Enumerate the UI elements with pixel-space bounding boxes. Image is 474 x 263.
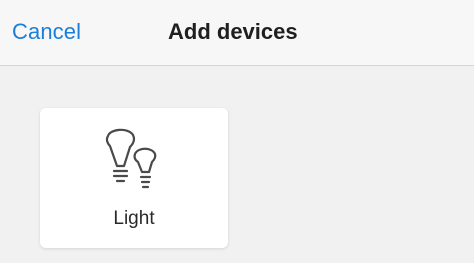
cancel-button[interactable]: Cancel [12,17,81,47]
light-bulbs-icon [105,128,157,189]
navigation-bar: Cancel Add devices [0,0,474,66]
page-title: Add devices [168,19,298,44]
device-grid: Light [0,66,474,263]
device-label: Light [113,208,155,229]
device-card-light[interactable]: Light [40,108,228,248]
